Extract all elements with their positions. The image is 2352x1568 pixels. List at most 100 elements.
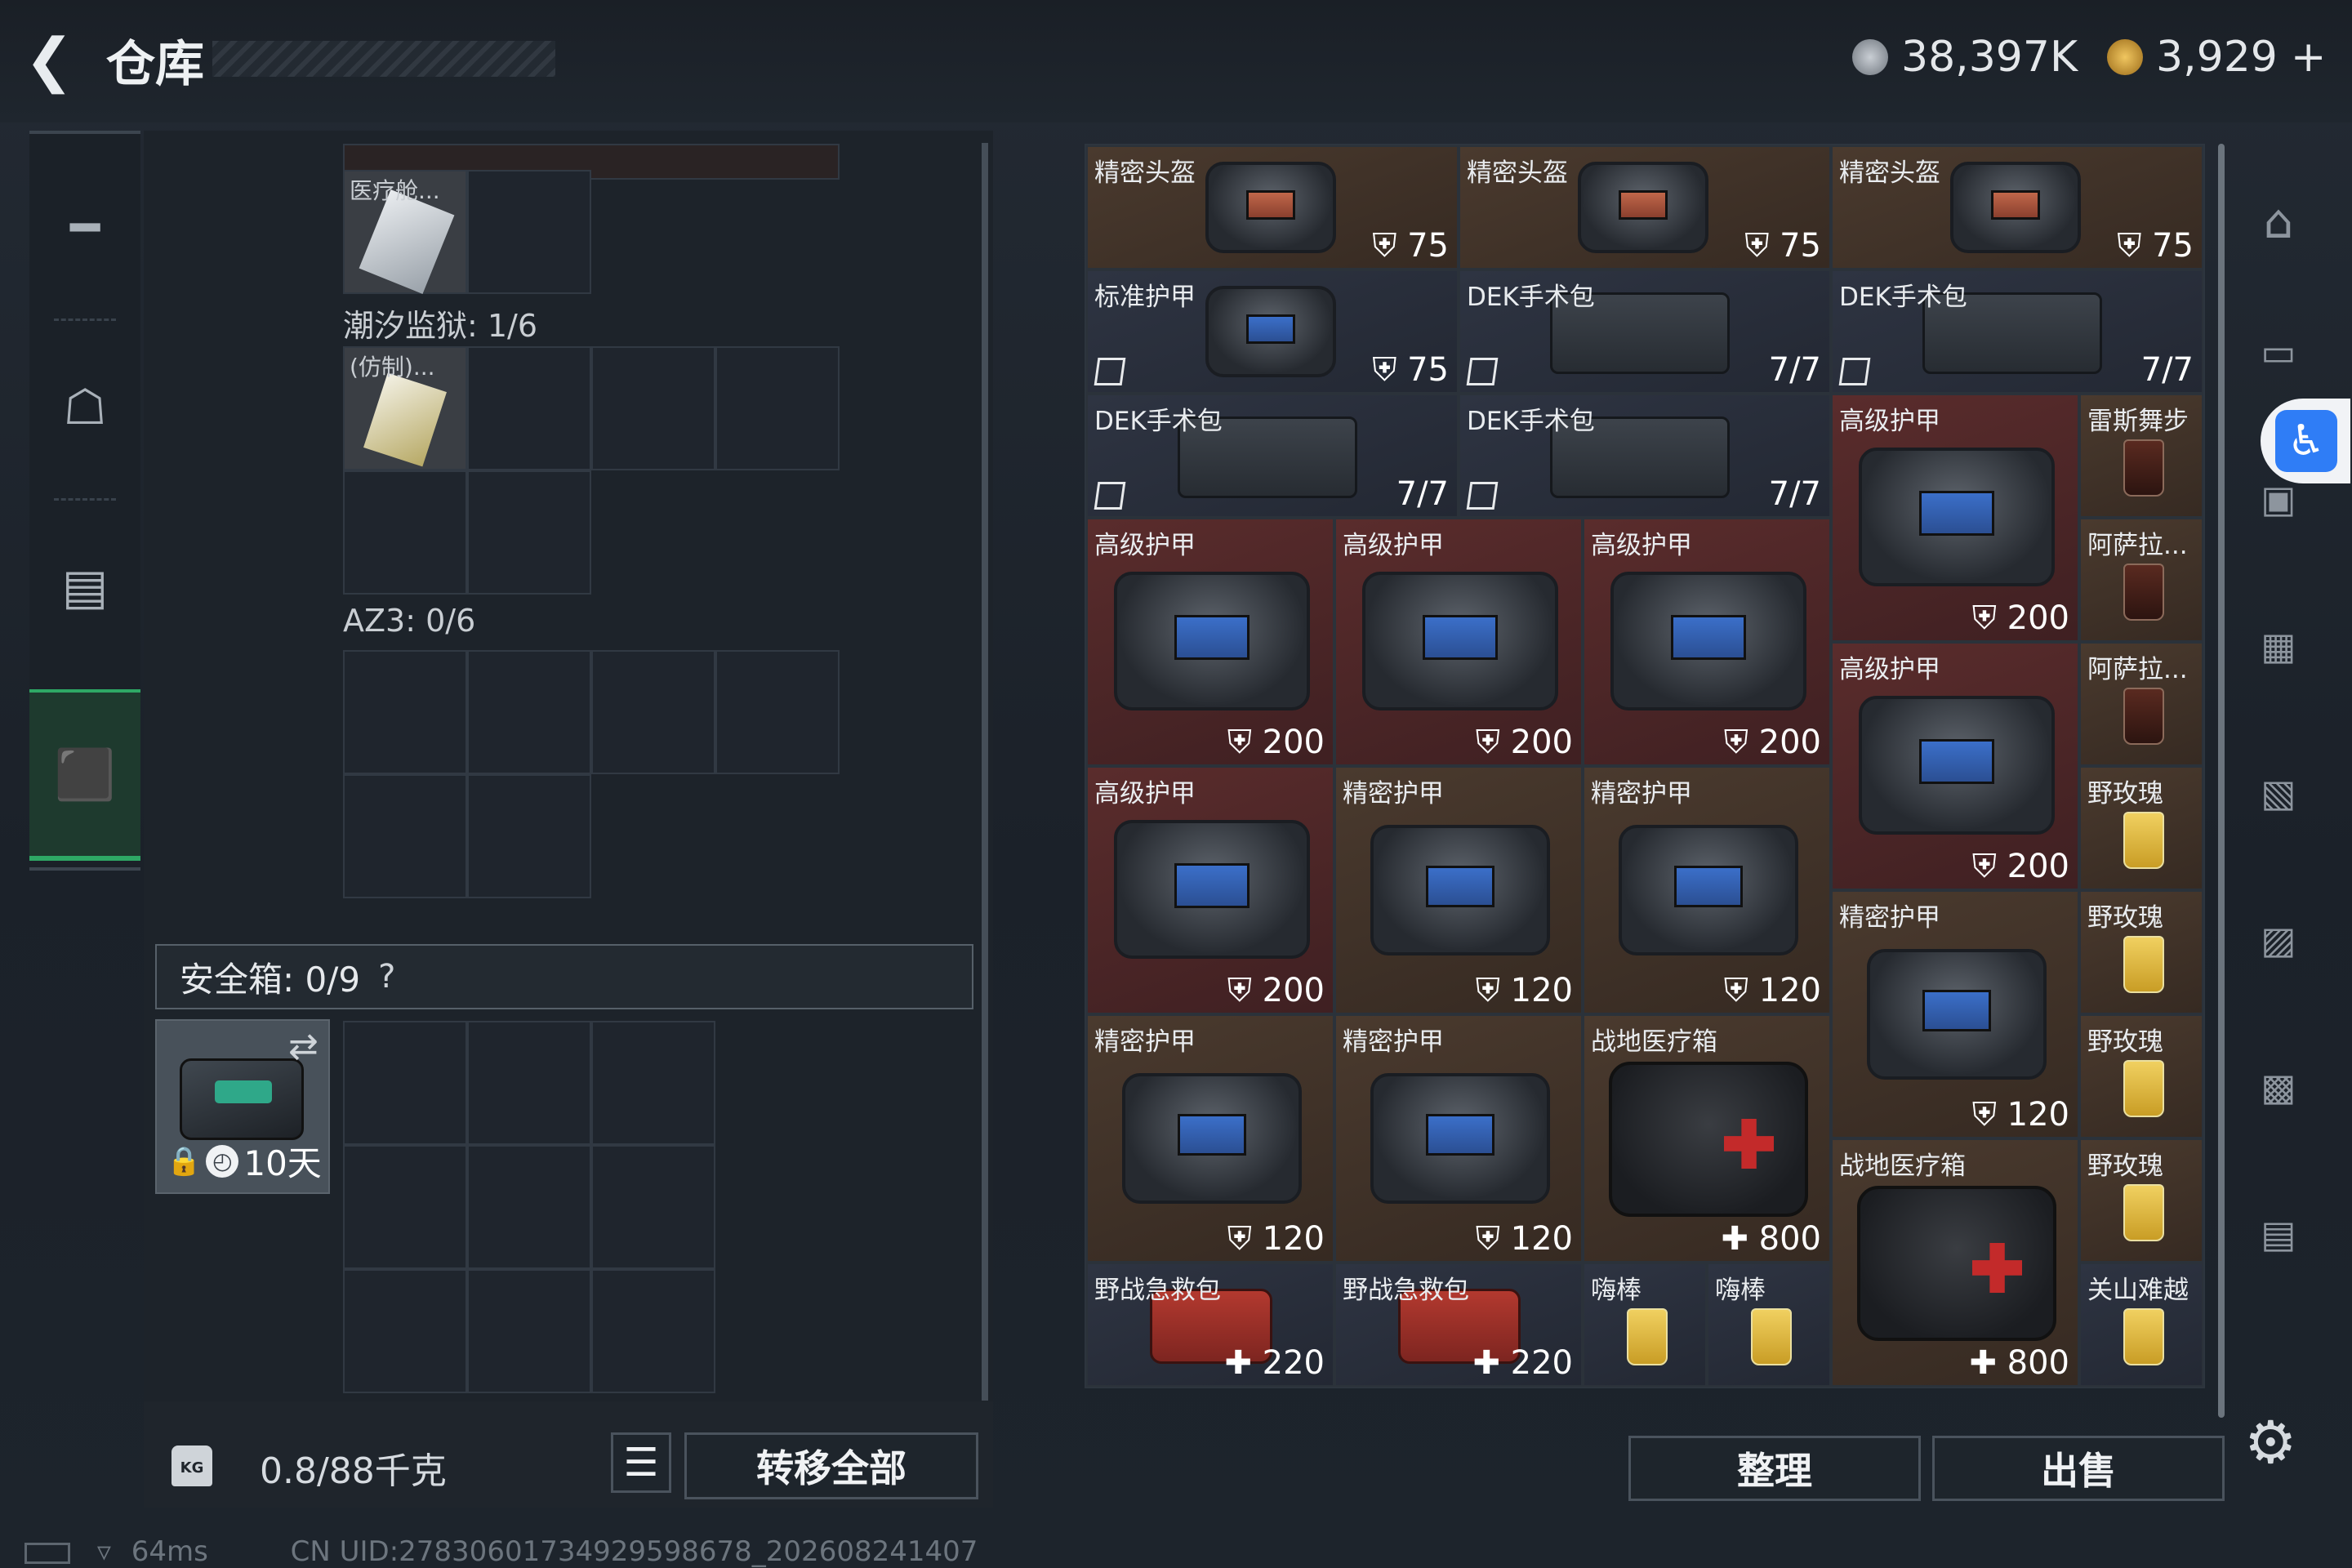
safebox-item[interactable]: ⇄ 🔒 ◴ 10天: [155, 1019, 330, 1194]
transfer-all-button[interactable]: 转移全部: [684, 1432, 978, 1499]
shield-icon: ⛨: [1227, 972, 1263, 1009]
grid-stash-icon[interactable]: ▩: [2238, 1042, 2319, 1132]
inventory-slot[interactable]: [467, 650, 591, 774]
stash-item[interactable]: 高级护甲 ⛨ 200: [1583, 518, 1831, 766]
inventory-slot[interactable]: 医疗舱...: [343, 170, 467, 294]
cross-icon: ✚: [1721, 1220, 1759, 1258]
shield-icon: ⛨: [1971, 1096, 2007, 1134]
stash-item[interactable]: 精密护甲 ⛨ 120: [1831, 890, 2079, 1138]
stash-item[interactable]: DEK手术包 7/7: [1459, 270, 1831, 394]
stash-item[interactable]: 野玫瑰: [2079, 890, 2203, 1014]
grid-stash-icon[interactable]: ▧: [2238, 748, 2319, 838]
stash-item[interactable]: 标准护甲 ⛨ 75: [1086, 270, 1459, 394]
stash-item[interactable]: 高级护甲 ⛨ 200: [1334, 518, 1583, 766]
stash-item[interactable]: 精密头盔 ⛨ 75: [1459, 145, 1831, 270]
inventory-slot[interactable]: [467, 470, 591, 595]
coin-icon: [1852, 39, 1888, 75]
inventory-slot[interactable]: [467, 170, 591, 294]
inventory-slot[interactable]: [467, 774, 591, 898]
item-value: ✚ 220: [1224, 1344, 1325, 1382]
stash-item[interactable]: DEK手术包 7/7: [1086, 394, 1459, 518]
swap-icon[interactable]: ⇄: [288, 1026, 318, 1067]
stash-item[interactable]: 雷斯舞步: [2079, 394, 2203, 518]
gun-icon[interactable]: ━: [29, 142, 140, 314]
stash-item[interactable]: 嗨棒: [1707, 1263, 1831, 1387]
no-insurance-icon: [1094, 358, 1126, 385]
item-name: DEK手术包: [1094, 407, 1223, 436]
shield-icon: ⛨: [1475, 972, 1511, 1009]
currency-gold[interactable]: 3,929 +: [2107, 33, 2326, 82]
stash-item[interactable]: 关山难越: [2079, 1263, 2203, 1387]
safe-slot[interactable]: [591, 1145, 715, 1269]
inventory-slot[interactable]: [715, 650, 840, 774]
stash-item[interactable]: 高级护甲 ⛨ 200: [1086, 518, 1334, 766]
stash-item[interactable]: 精密护甲 ⛨ 120: [1086, 1014, 1334, 1263]
item-image: [2123, 1184, 2164, 1241]
gold-coin-icon: [2107, 39, 2143, 75]
home-icon[interactable]: ⌂: [2238, 176, 2319, 266]
item-name: 精密护甲: [1094, 1027, 1196, 1057]
left-scrollbar[interactable]: [982, 143, 988, 1401]
back-icon[interactable]: ❮: [24, 30, 82, 89]
safe-slot[interactable]: [343, 1145, 467, 1269]
inventory-slot[interactable]: [343, 774, 467, 898]
safe-slot[interactable]: [591, 1021, 715, 1145]
stash-item[interactable]: 野玫瑰: [2079, 1014, 2203, 1138]
stash-item[interactable]: 野玫瑰: [2079, 766, 2203, 890]
stash-item[interactable]: 阿萨拉...: [2079, 642, 2203, 766]
stash-item[interactable]: 野战急救包 ✚ 220: [1086, 1263, 1334, 1387]
gear-icon[interactable]: ⚙: [2244, 1408, 2297, 1477]
inventory-slot[interactable]: [343, 470, 467, 595]
safe-slot[interactable]: [467, 1021, 591, 1145]
stash-item[interactable]: DEK手术包 7/7: [1831, 270, 2203, 394]
stash-item[interactable]: DEK手术包 7/7: [1459, 394, 1831, 518]
backpack-icon[interactable]: ☖: [29, 322, 140, 493]
stash-item[interactable]: 精密护甲 ⛨ 120: [1334, 1014, 1583, 1263]
folder-icon[interactable]: ▦: [2238, 601, 2319, 691]
help-icon[interactable]: ?: [378, 958, 395, 996]
inventory-slot[interactable]: [591, 346, 715, 470]
stash-item[interactable]: 精密头盔 ⛨ 75: [1086, 145, 1459, 270]
safe-slot[interactable]: [467, 1269, 591, 1393]
stash-item[interactable]: 精密头盔 ⛨ 75: [1831, 145, 2203, 270]
stash-item[interactable]: 高级护甲 ⛨ 200: [1831, 642, 2079, 890]
left-scrollbar-thumb[interactable]: [982, 143, 988, 1401]
gun-stash-icon[interactable]: ▭: [2238, 307, 2319, 397]
stash-item[interactable]: 战地医疗箱 ✚ 800: [1831, 1138, 2079, 1387]
inventory-slot[interactable]: [715, 346, 840, 470]
add-currency-button[interactable]: +: [2291, 33, 2327, 82]
inventory-slot[interactable]: [343, 650, 467, 774]
safe-slot[interactable]: [467, 1145, 591, 1269]
safe-slot[interactable]: [343, 1021, 467, 1145]
case-icon[interactable]: ⬛: [29, 689, 140, 861]
inventory-slot[interactable]: [591, 650, 715, 774]
inventory-slot[interactable]: [467, 346, 591, 470]
stash-item[interactable]: 阿萨拉...: [2079, 518, 2203, 642]
stash-scrollbar[interactable]: [2218, 144, 2225, 1418]
stash-item[interactable]: 嗨棒: [1583, 1263, 1707, 1387]
item-image: [1122, 1073, 1302, 1204]
shield-icon: ⛨: [1971, 848, 2007, 885]
vest-icon[interactable]: ▤: [29, 501, 140, 673]
accessibility-button[interactable]: ♿: [2261, 399, 2350, 483]
stash-item[interactable]: 精密护甲 ⛨ 120: [1334, 766, 1583, 1014]
sell-button[interactable]: 出售: [1932, 1436, 2225, 1501]
safe-slot[interactable]: [591, 1269, 715, 1393]
grid-stash-icon[interactable]: ▨: [2238, 895, 2319, 985]
grid-stash-icon[interactable]: ▤: [2238, 1189, 2319, 1279]
stash-item[interactable]: 野战急救包 ✚ 220: [1334, 1263, 1583, 1387]
item-name: 精密头盔: [1094, 158, 1196, 188]
category-nav: ━ ☖ ▤ ⬛: [29, 131, 140, 871]
nav-divider: [54, 498, 116, 501]
item-value: ⛨ 75: [2117, 227, 2194, 265]
list-icon[interactable]: ☰: [611, 1432, 671, 1493]
sort-button[interactable]: 整理: [1628, 1436, 1921, 1501]
inventory-slot[interactable]: (仿制)...: [343, 346, 467, 470]
stash-item[interactable]: 高级护甲 ⛨ 200: [1086, 766, 1334, 1014]
safe-slot[interactable]: [343, 1269, 467, 1393]
stash-item[interactable]: 战地医疗箱 ✚ 800: [1583, 1014, 1831, 1263]
shield-icon: ⛨: [1723, 972, 1759, 1009]
stash-item[interactable]: 精密护甲 ⛨ 120: [1583, 766, 1831, 1014]
stash-item[interactable]: 野玫瑰: [2079, 1138, 2203, 1263]
stash-item[interactable]: 高级护甲 ⛨ 200: [1831, 394, 2079, 642]
